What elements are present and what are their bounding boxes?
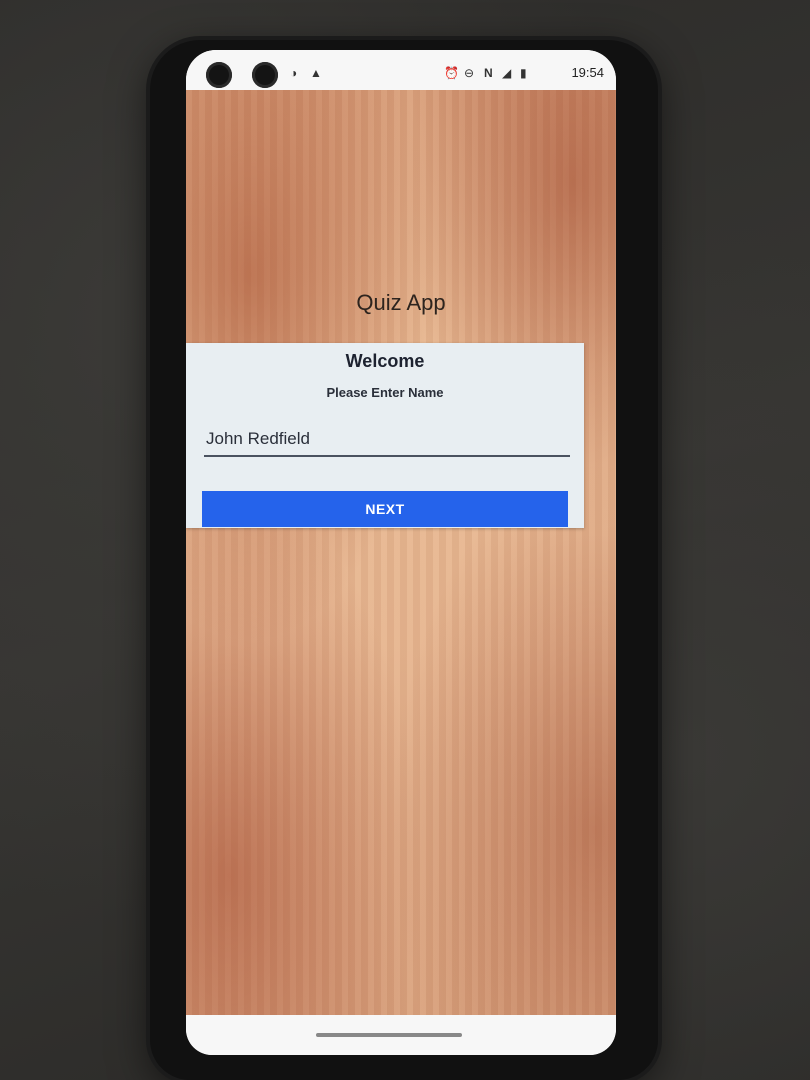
status-time: 19:54 xyxy=(571,65,604,80)
signal-icon: ◢ xyxy=(502,66,512,80)
phone-screen: ◑ ▲ ⏰ ⊖ N ◢ ▮ 19:54 Quiz App Welcome Ple… xyxy=(186,50,616,1055)
app-title: Quiz App xyxy=(356,290,446,315)
notification-icon: ◑ xyxy=(290,66,298,80)
sync-icon: ⊖ xyxy=(464,66,475,80)
front-camera-right xyxy=(252,62,278,88)
battery-icon: ▮ xyxy=(520,66,527,80)
name-prompt: Please Enter Name xyxy=(326,385,444,400)
name-input[interactable] xyxy=(204,423,570,457)
front-camera-left xyxy=(206,62,232,88)
warning-icon: ▲ xyxy=(310,66,322,80)
nfc-icon: N xyxy=(484,66,493,80)
status-bar: ◑ ▲ ⏰ ⊖ N ◢ ▮ 19:54 xyxy=(186,50,616,90)
alarm-icon: ⏰ xyxy=(444,66,459,80)
welcome-heading: Welcome xyxy=(345,351,425,371)
navigation-bar xyxy=(186,1015,616,1055)
next-button[interactable]: NEXT xyxy=(202,491,568,527)
welcome-card: Welcome Please Enter Name NEXT xyxy=(186,343,584,528)
home-gesture-handle[interactable] xyxy=(316,1033,462,1037)
app-content: Quiz App Welcome Please Enter Name NEXT xyxy=(186,90,616,1015)
